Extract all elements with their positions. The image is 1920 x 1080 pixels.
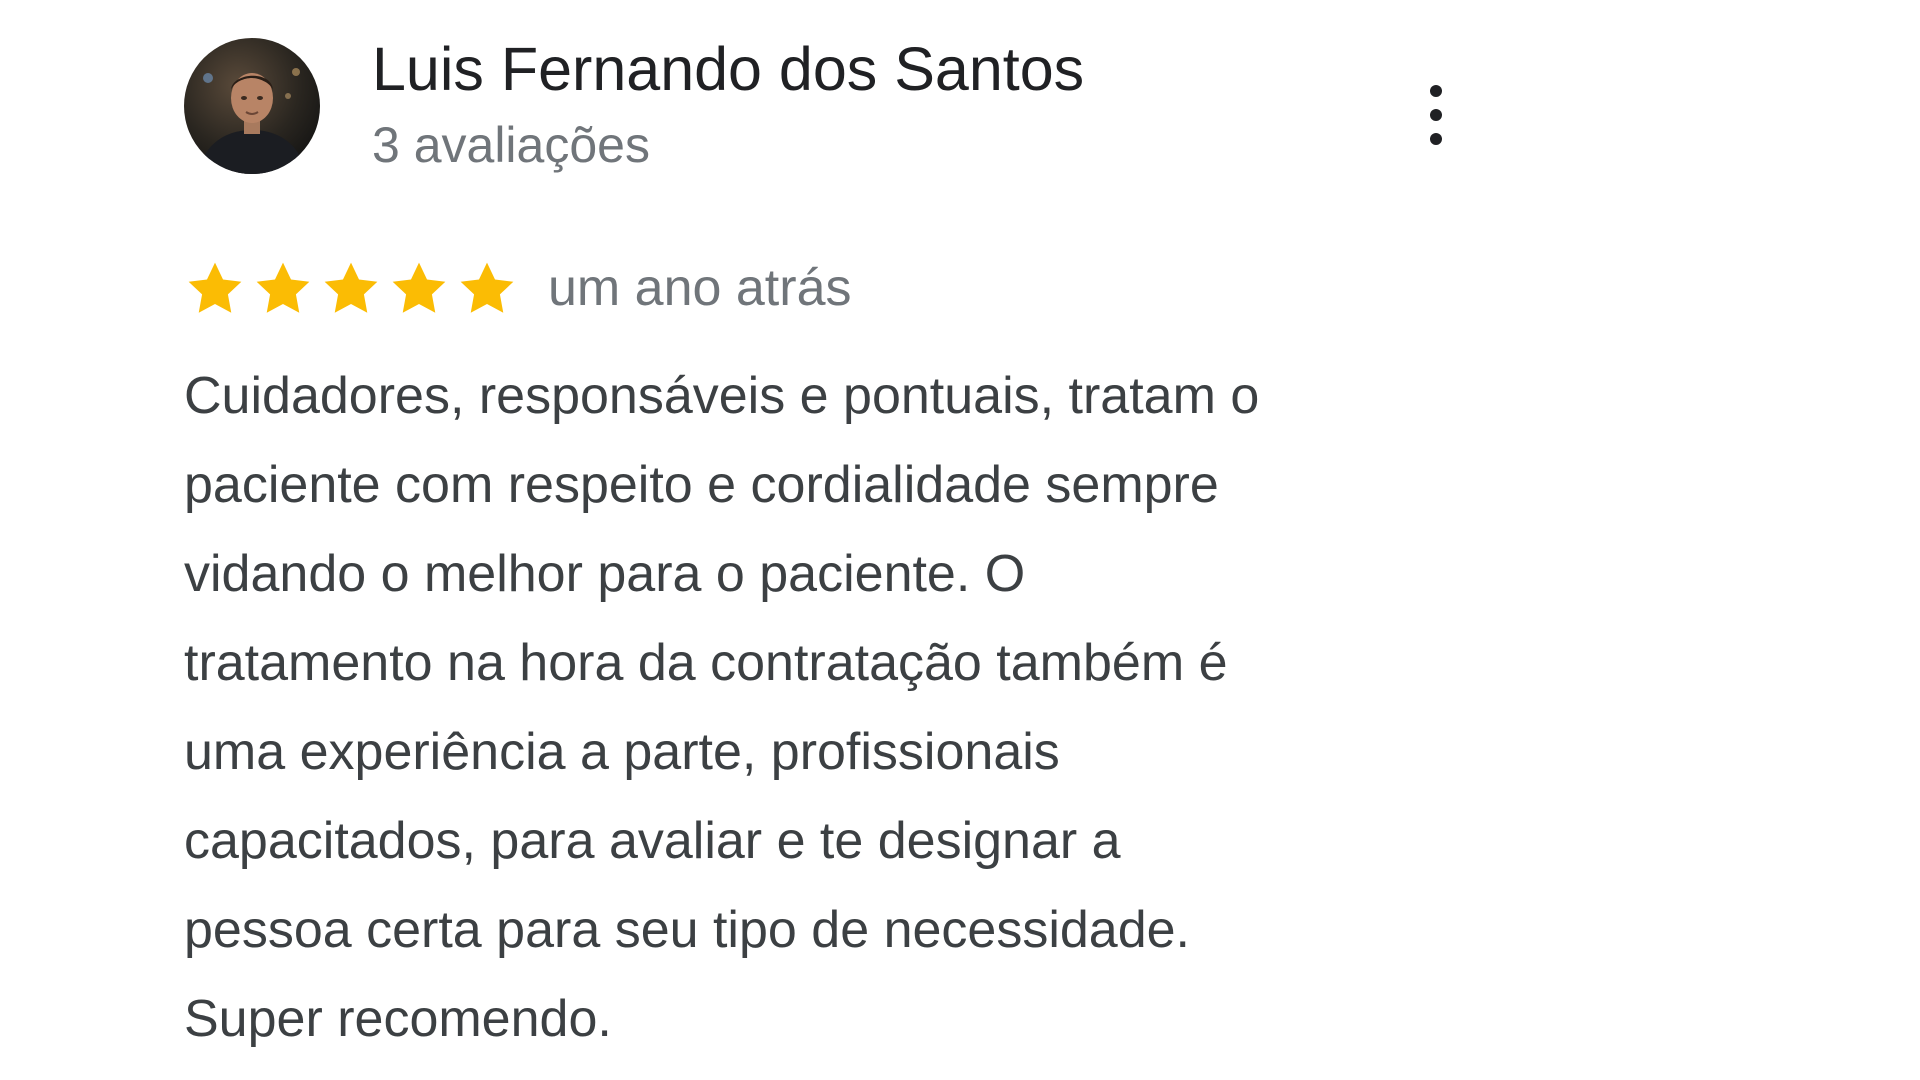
star-rating — [184, 258, 518, 320]
star-icon — [456, 258, 518, 320]
review-date: um ano atrás — [548, 259, 852, 317]
avatar-photo — [184, 38, 320, 174]
review-text-line: paciente com respeito e cordialidade sem… — [184, 456, 1219, 514]
star-icon — [388, 258, 450, 320]
reviewer-avatar[interactable] — [184, 38, 320, 174]
review-text-line: uma experiência a parte, profissionais — [184, 723, 1060, 781]
review-text-line: pessoa certa para seu tipo de necessidad… — [184, 901, 1191, 959]
star-icon — [184, 258, 246, 320]
review-text-line: vidando o melhor para o paciente. O — [184, 545, 1026, 603]
review-text-line: capacitados, para avaliar e te designar … — [184, 812, 1121, 870]
review-text-line: tratamento na hora da contratação também… — [184, 634, 1228, 692]
star-icon — [320, 258, 382, 320]
reviewer-name[interactable]: Luis Fernando dos Santos — [372, 32, 1084, 106]
star-icon — [252, 258, 314, 320]
review-card: Luis Fernando dos Santos 3 avaliações um… — [0, 0, 1920, 1080]
more-options-button[interactable] — [1414, 82, 1458, 148]
review-count[interactable]: 3 avaliações — [372, 114, 650, 176]
more-vert-icon — [1430, 85, 1442, 145]
review-text-line: Cuidadores, responsáveis e pontuais, tra… — [184, 367, 1260, 425]
review-text-line: Super recomendo. — [184, 990, 612, 1048]
review-text: Cuidadores, responsáveis e pontuais, tra… — [184, 352, 1484, 1064]
